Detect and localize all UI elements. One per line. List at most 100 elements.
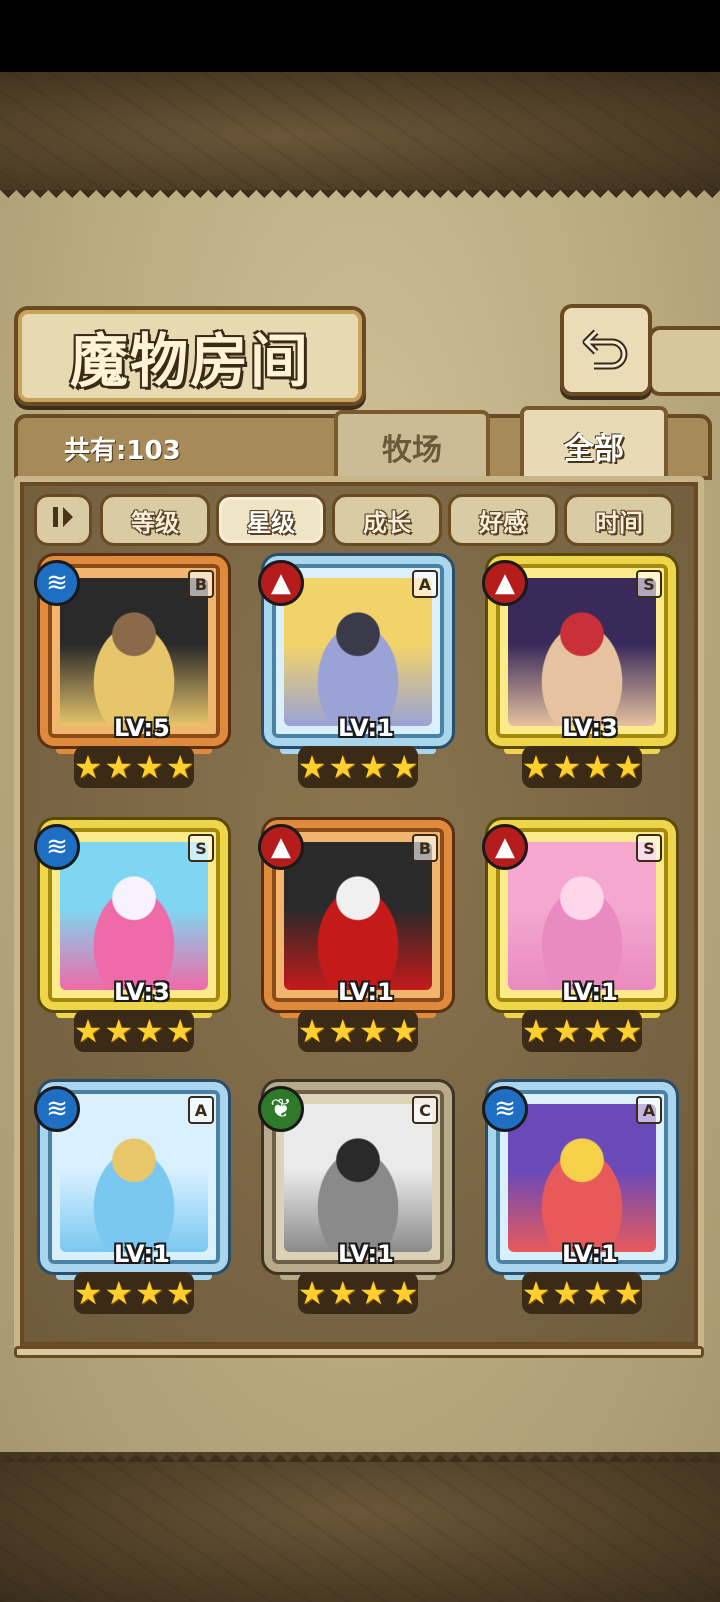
- star-icon: ★: [583, 748, 612, 786]
- water-element-icon: ≋: [482, 1086, 528, 1132]
- star-rating: ★ ★ ★ ★: [74, 1010, 194, 1052]
- star-icon: ★: [552, 748, 581, 786]
- star-icon: ★: [297, 1274, 327, 1312]
- rank-badge: S: [188, 834, 214, 862]
- sort-by-growth-button[interactable]: 成长: [332, 494, 442, 546]
- sort-by-time-button[interactable]: 时间: [564, 494, 674, 546]
- star-icon: ★: [135, 1012, 164, 1050]
- fire-element-icon: ▲: [258, 824, 304, 870]
- rank-badge: A: [412, 570, 438, 598]
- map-background-bottom: [0, 1452, 720, 1602]
- monster-card[interactable]: S LV:3 ≋ ★ ★ ★ ★: [34, 820, 234, 1056]
- monster-card[interactable]: A LV:1 ≋ ★ ★ ★ ★: [482, 1082, 682, 1318]
- rank-badge: A: [636, 1096, 662, 1124]
- star-icon: ★: [328, 1274, 357, 1312]
- star-icon: ★: [359, 1274, 388, 1312]
- monster-card[interactable]: S LV:1 ▲ ★ ★ ★ ★: [482, 820, 682, 1056]
- star-icon: ★: [389, 748, 419, 786]
- level-label: LV:1: [338, 978, 394, 1006]
- page-title: 魔物房间: [69, 327, 310, 395]
- tab-all[interactable]: 全部: [520, 406, 668, 482]
- rank-badge: B: [412, 834, 438, 862]
- monster-count: 共有:103: [64, 436, 181, 466]
- rank-badge: B: [188, 570, 214, 598]
- monster-portrait: [284, 842, 432, 990]
- monster-portrait: [60, 842, 208, 990]
- level-label: LV:3: [562, 714, 618, 742]
- monster-card[interactable]: A LV:1 ▲ ★ ★ ★ ★: [258, 556, 458, 792]
- level-label: LV:1: [338, 714, 394, 742]
- monster-portrait: [284, 578, 432, 726]
- water-element-icon: ≋: [34, 824, 80, 870]
- rank-badge: A: [188, 1096, 214, 1124]
- monster-portrait: [60, 1104, 208, 1252]
- star-icon: ★: [552, 1012, 581, 1050]
- torn-edge-bottom: [0, 1446, 720, 1462]
- sort-by-affection-button[interactable]: 好感: [448, 494, 558, 546]
- star-icon: ★: [73, 748, 103, 786]
- rank-badge: S: [636, 570, 662, 598]
- level-label: LV:1: [338, 1240, 394, 1268]
- star-icon: ★: [552, 1274, 581, 1312]
- sort-toggle-button[interactable]: [34, 494, 92, 546]
- monster-portrait: [508, 578, 656, 726]
- sort-toggle-icon: [49, 504, 77, 537]
- level-label: LV:1: [114, 1240, 170, 1268]
- back-button[interactable]: [560, 304, 652, 396]
- star-rating: ★ ★ ★ ★: [74, 1272, 194, 1314]
- star-icon: ★: [613, 1012, 643, 1050]
- star-rating: ★ ★ ★ ★: [74, 746, 194, 788]
- star-icon: ★: [389, 1274, 419, 1312]
- back-button-tail: [648, 326, 720, 396]
- monster-card[interactable]: S LV:3 ▲ ★ ★ ★ ★: [482, 556, 682, 792]
- star-rating: ★ ★ ★ ★: [298, 746, 418, 788]
- star-icon: ★: [521, 1012, 551, 1050]
- monster-card[interactable]: C LV:1 ❦ ★ ★ ★ ★: [258, 1082, 458, 1318]
- tab-ranch[interactable]: 牧场: [334, 410, 490, 480]
- star-icon: ★: [104, 1012, 133, 1050]
- star-icon: ★: [104, 1274, 133, 1312]
- star-icon: ★: [521, 748, 551, 786]
- star-icon: ★: [135, 748, 164, 786]
- monster-portrait: [508, 842, 656, 990]
- fire-element-icon: ▲: [258, 560, 304, 606]
- monster-card[interactable]: B LV:5 ≋ ★ ★ ★ ★: [34, 556, 234, 792]
- star-rating: ★ ★ ★ ★: [522, 746, 642, 788]
- star-icon: ★: [613, 748, 643, 786]
- sort-by-level-button[interactable]: 等级: [100, 494, 210, 546]
- star-icon: ★: [165, 1012, 195, 1050]
- star-icon: ★: [521, 1274, 551, 1312]
- level-label: LV:1: [562, 978, 618, 1006]
- star-rating: ★ ★ ★ ★: [298, 1272, 418, 1314]
- panel-bottom-rail: [14, 1346, 704, 1358]
- star-icon: ★: [165, 748, 195, 786]
- star-icon: ★: [73, 1012, 103, 1050]
- star-icon: ★: [328, 1012, 357, 1050]
- star-rating: ★ ★ ★ ★: [298, 1010, 418, 1052]
- system-status-bar: [0, 0, 720, 72]
- star-icon: ★: [328, 748, 357, 786]
- star-icon: ★: [297, 1012, 327, 1050]
- monster-card[interactable]: B LV:1 ▲ ★ ★ ★ ★: [258, 820, 458, 1056]
- level-label: LV:1: [562, 1240, 618, 1268]
- star-icon: ★: [359, 748, 388, 786]
- water-element-icon: ≋: [34, 560, 80, 606]
- star-rating: ★ ★ ★ ★: [522, 1272, 642, 1314]
- star-icon: ★: [583, 1012, 612, 1050]
- level-label: LV:5: [114, 714, 170, 742]
- wood-element-icon: ❦: [258, 1086, 304, 1132]
- fire-element-icon: ▲: [482, 560, 528, 606]
- sort-by-stars-button[interactable]: 星级: [216, 494, 326, 546]
- star-icon: ★: [73, 1274, 103, 1312]
- star-icon: ★: [583, 1274, 612, 1312]
- star-icon: ★: [613, 1274, 643, 1312]
- star-rating: ★ ★ ★ ★: [522, 1010, 642, 1052]
- star-icon: ★: [359, 1012, 388, 1050]
- fire-element-icon: ▲: [482, 824, 528, 870]
- rank-badge: S: [636, 834, 662, 862]
- monster-card[interactable]: A LV:1 ≋ ★ ★ ★ ★: [34, 1082, 234, 1318]
- star-icon: ★: [104, 748, 133, 786]
- monster-portrait: [284, 1104, 432, 1252]
- star-icon: ★: [165, 1274, 195, 1312]
- rank-badge: C: [412, 1096, 438, 1124]
